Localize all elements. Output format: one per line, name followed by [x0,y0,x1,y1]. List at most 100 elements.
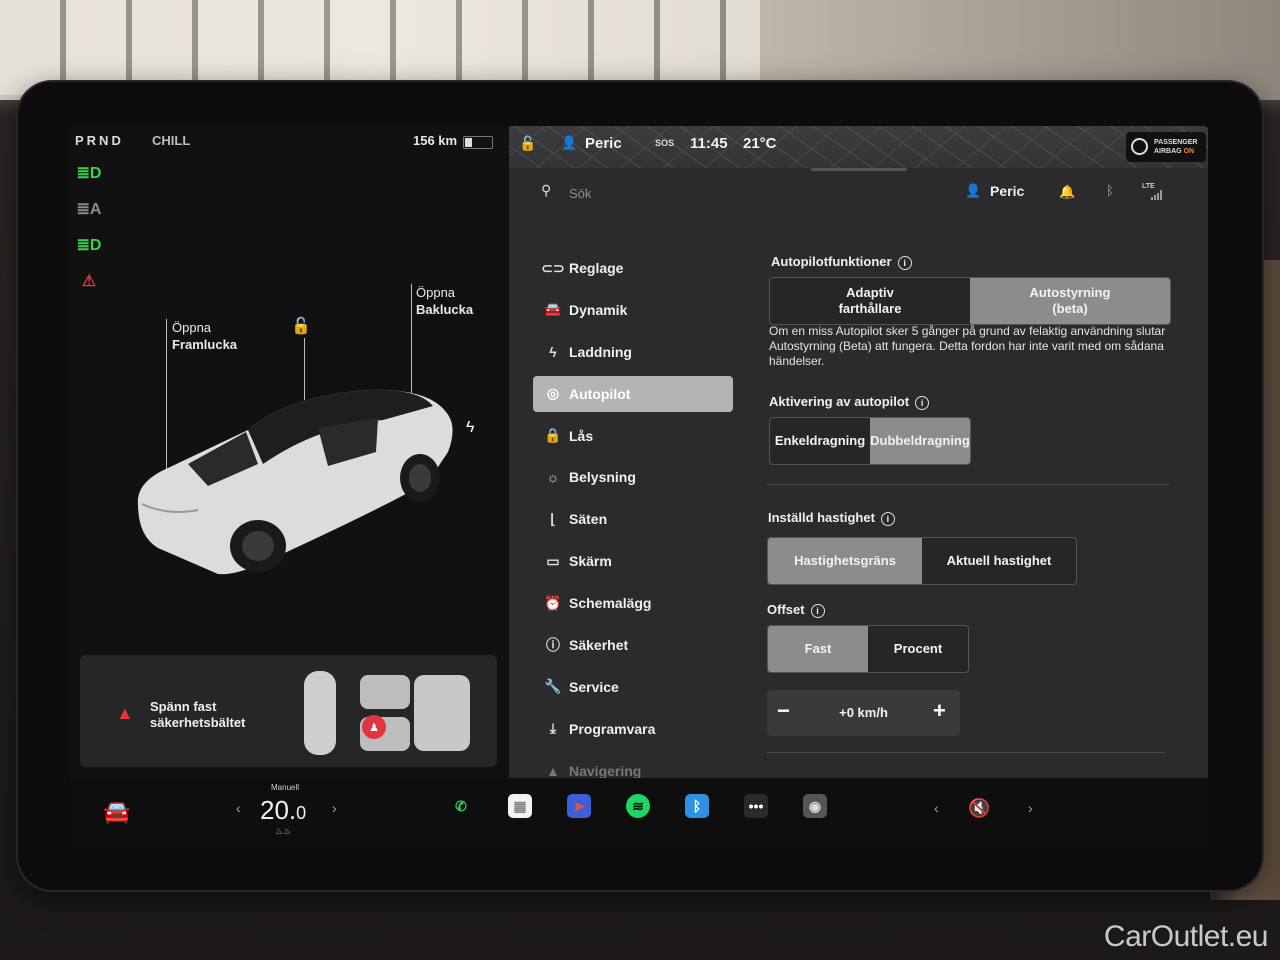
set-speed-option-1[interactable]: Aktuell hastighet [922,538,1076,584]
temp-down-chevron-icon[interactable]: ‹ [236,800,241,816]
bluetooth-icon[interactable]: ᛒ [1106,183,1114,198]
increase-offset-button[interactable]: + [933,698,946,724]
menu-item-label: Laddning [569,343,632,360]
more-apps-icon[interactable]: ••• [744,794,768,818]
menu-item-label: Skärm [569,553,612,570]
menu-item-belysning[interactable]: ☼ Belysning [533,459,733,495]
menu-item-lås[interactable]: 🔒 Lås [533,418,733,454]
profile-name[interactable]: Peric [585,135,622,152]
calendar-icon[interactable]: ▦ [508,794,532,818]
headlight-icon: ≣D [76,165,102,182]
autopilot-features-selector: Adaptiv farthållare Autostyrning (beta) [769,277,1171,325]
drag-handle[interactable] [811,168,907,171]
menu-item-label: Service [569,678,619,695]
auto-highbeam-icon: ≣A [76,201,102,218]
mute-icon[interactable]: 🔇 [968,798,990,819]
activation-option-1[interactable]: Dubbeldragning [870,418,970,464]
profile-icon[interactable]: 👤 [561,135,577,151]
menu-item-laddning[interactable]: ϟ Laddning [533,334,733,370]
svg-text:♟: ♟ [369,721,379,734]
unlock-icon[interactable]: 🔓 [291,316,311,336]
car-status-panel: PRND CHILL 156 km ≣D ≣A ≣D ⚠ Öppna Framluck… [70,126,509,778]
menu-item-service[interactable]: 🔧 Service [533,669,733,705]
bell-icon[interactable]: 🔔 [1059,184,1075,200]
autopilot-feature-option-1[interactable]: Autostyrning (beta) [970,278,1170,324]
settings-menu: ⊂⊃ Reglage 🚘 Dynamik ϟ Laddning ◎ Autopilot 🔒 Lås… [533,250,733,795]
car-icon: 🚘 [544,301,562,318]
menu-item-dynamik[interactable]: 🚘 Dynamik [533,292,733,328]
lte-label: LTE [1142,183,1155,190]
toggle-icon: ⊂⊃ [541,259,565,276]
trunk-label-line1: Öppna [416,285,456,300]
airbag-label-line2: AIRBAG [1154,148,1182,155]
search-input[interactable] [567,181,791,205]
gear-selector: PRND [75,133,124,148]
menu-item-label: Säten [569,511,608,528]
section-divider [767,484,1169,485]
clock: 11:45 [690,135,728,152]
activation-option-0[interactable]: Enkeldragning [770,418,870,464]
info-icon[interactable]: i [915,395,930,410]
activation-heading: Aktivering av autopilot i [769,394,930,410]
car-icon[interactable]: 🚘 [103,799,130,825]
driver-profile-icon[interactable]: 👤 [965,183,981,199]
info-icon[interactable]: i [897,255,912,270]
frunk-label-line2: Framlucka [172,337,238,352]
navigation-app-icon[interactable]: ➤ [567,794,591,818]
menu-item-programvara[interactable]: ⤓ Programvara [533,711,733,747]
offset-option-0[interactable]: Fast [768,626,868,672]
seat-heater-icon[interactable]: ♨♨ [275,826,291,837]
phone-icon[interactable]: ✆ [449,794,473,818]
airbag-icon [1131,138,1148,155]
activation-selector: Enkeldragning Dubbeldragning [769,417,971,465]
set-speed-title: Inställd hastighet [768,510,875,525]
seatbelt-warning-icon: ⚠ [81,273,97,290]
seatbelt-alert: ▲ Spänn fast säkerhetsbältet ♟ [80,655,497,767]
outside-temperature: 21°C [743,135,777,152]
menu-item-säkerhet[interactable]: ⓘ Säkerhet [533,627,733,663]
volume-up-chevron-icon[interactable]: › [1028,800,1033,816]
sos-icon: SOS [655,138,675,148]
menu-item-säten[interactable]: ⌊ Säten [533,501,733,537]
offset-selector: Fast Procent [767,625,969,673]
menu-item-label: Dynamik [569,301,628,318]
fog-light-icon: ≣D [76,237,102,254]
charge-port-icon[interactable]: ϟ [466,419,474,437]
offset-option-1[interactable]: Procent [868,626,968,672]
seat-icon: ⌊ [550,510,556,527]
car-model-image [137,389,453,575]
temp-up-chevron-icon[interactable]: › [332,800,337,816]
driver-profile-name[interactable]: Peric [990,183,1024,199]
info-icon[interactable]: i [880,511,895,526]
frunk-label-line1: Öppna [172,320,212,335]
seatbelt-alert-text: Spänn fast säkerhetsbältet [150,699,246,730]
menu-item-schemalägg[interactable]: ⏰ Schemalägg [533,585,733,621]
offset-title: Offset [767,602,805,617]
volume-down-chevron-icon[interactable]: ‹ [934,800,939,816]
autopilot-feature-option-0[interactable]: Adaptiv farthållare [770,278,970,324]
trunk-button[interactable]: Öppna Baklucka [416,284,473,318]
bluetooth-app-icon[interactable]: ᛒ [685,794,709,818]
battery-icon [463,136,493,149]
airbag-state: ON [1183,148,1195,155]
autopilot-strike-description: Om en miss Autopilot sker 5 gånger på gr… [769,324,1166,368]
set-speed-selector: Hastighetsgräns Aktuell hastighet [767,537,1077,585]
dashcam-icon[interactable]: ◉ [803,794,827,818]
seat-occupancy-diagram: ♟ [304,671,470,755]
menu-item-label: Säkerhet [569,637,629,654]
offset-heading: Offset i [767,602,825,618]
spotify-icon[interactable]: ≋ [626,794,650,818]
frunk-button[interactable]: Öppna Framlucka [172,319,237,353]
info-icon[interactable]: i [810,603,825,618]
menu-item-autopilot[interactable]: ◎ Autopilot [533,375,733,412]
menu-item-reglage[interactable]: ⊂⊃ Reglage [533,250,733,286]
sun-icon: ☼ [546,469,560,486]
set-speed-option-0[interactable]: Hastighetsgräns [768,538,922,584]
lock-icon: 🔒 [544,427,562,444]
background-window-bars [0,0,760,95]
warning-icon: ▲ [116,703,134,723]
lock-status-icon[interactable]: 🔓 [519,135,536,152]
safety-icon: ⓘ [546,637,560,654]
menu-item-skärm[interactable]: ▭ Skärm [533,543,733,579]
cabin-temperature[interactable]: 20.0 [260,795,306,826]
